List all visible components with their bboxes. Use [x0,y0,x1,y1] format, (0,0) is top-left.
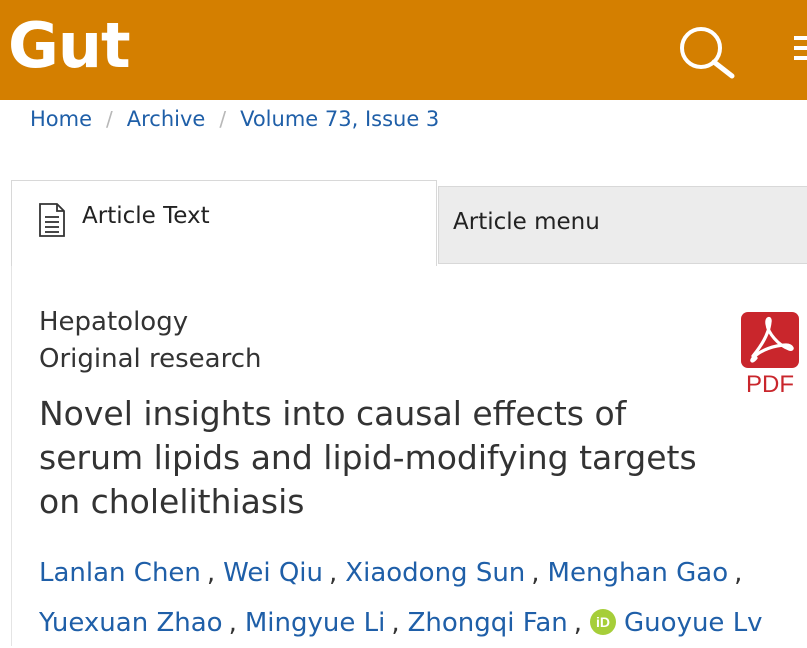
breadcrumb-separator: / [106,107,113,131]
author-separator: , [329,558,338,588]
author-link[interactable]: Mingyue Li [245,608,385,638]
author-separator: , [573,608,583,638]
pdf-download-button[interactable]: PDF [740,311,800,401]
author-separator: , [206,558,216,588]
author-link[interactable]: Yuexuan Zhao [39,608,223,638]
author-link[interactable]: Guoyue Lv [624,608,763,638]
author-link[interactable]: Wei Qiu [223,558,323,588]
author-list: Lanlan Chen, Wei Qiu, Xiaodong Sun, Menghan… [39,548,799,648]
author-separator: , [228,608,237,638]
author-separator: , [734,558,743,588]
author-link[interactable]: Xiaodong Sun [345,558,525,588]
pdf-icon [741,312,799,368]
author-link[interactable]: Zhongqi Fan [408,608,568,638]
tab-article-menu-label: Article menu [453,209,600,235]
article-section: Hepatology [39,307,189,337]
breadcrumb-separator: / [219,107,227,131]
tab-article-text-label: Article Text [82,203,210,229]
journal-logo[interactable]: Gut [8,6,131,86]
hamburger-menu-icon[interactable] [794,36,807,70]
article-title: Novel insights into causal effects of se… [39,394,697,521]
pdf-label: PDF [746,371,794,398]
content-divider [11,266,12,646]
tab-article-text[interactable]: Article Text [11,180,437,266]
author-link[interactable]: Menghan Gao [548,558,729,588]
author-link[interactable]: Lanlan Chen [39,558,201,588]
breadcrumb-archive[interactable]: Archive [127,107,206,131]
orcid-icon[interactable]: iD [590,609,617,635]
breadcrumb-home[interactable]: Home [30,107,92,131]
article-type: Original research [39,344,262,374]
search-button[interactable] [674,22,740,82]
document-icon [39,203,65,237]
author-separator: , [391,608,400,638]
author-separator: , [531,558,540,588]
tab-article-menu[interactable]: Article menu [438,186,807,264]
breadcrumb: Home / Archive / Volume 73, Issue 3 [30,104,439,134]
search-icon [680,27,735,79]
breadcrumb-issue[interactable]: Volume 73, Issue 3 [240,107,439,131]
site-header: Gut [0,0,807,100]
